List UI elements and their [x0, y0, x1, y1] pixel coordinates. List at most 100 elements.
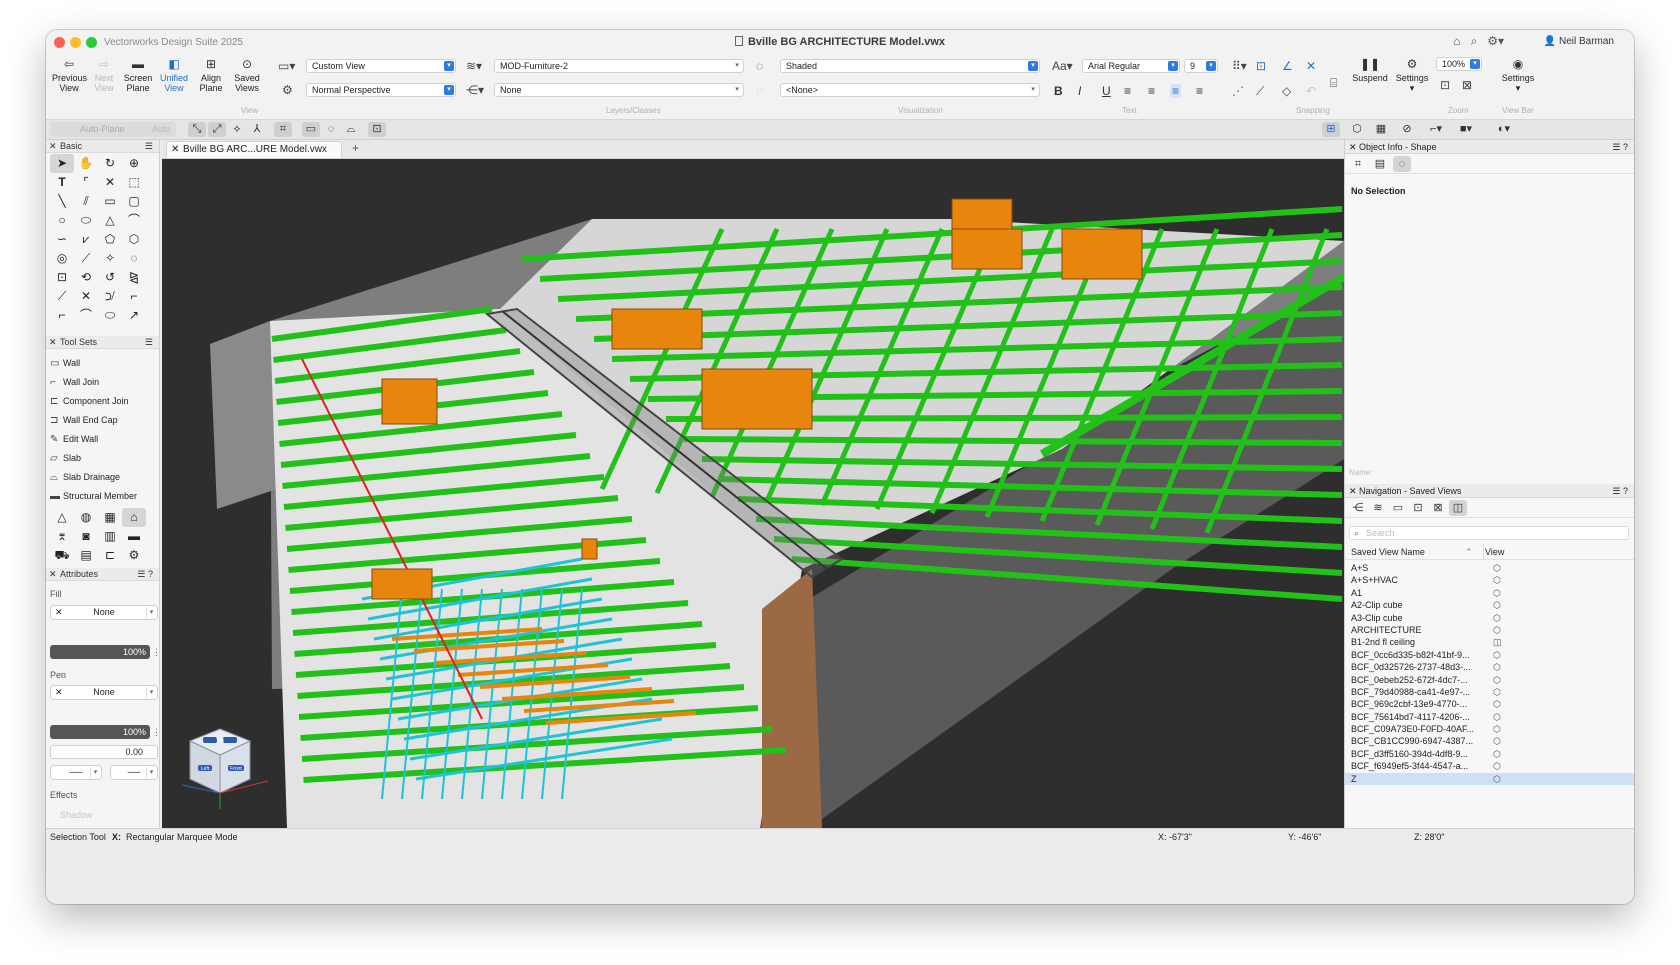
spiral-tool[interactable]: ◎ — [50, 249, 74, 268]
lasso-select-button[interactable]: ◌ — [322, 122, 340, 137]
close-icon[interactable]: ✕ — [1349, 140, 1357, 154]
classes-tab-icon[interactable]: ⋲ — [1349, 500, 1367, 516]
hide-icon[interactable]: ⊘ — [1398, 122, 1416, 137]
saved-view-row[interactable]: BCF_0cc6d335-b82f-41bf-9... ⬡ — [1345, 649, 1634, 661]
architect-icon[interactable]: ⌂ — [122, 508, 146, 527]
next-view-button[interactable]: ⇨ Next View — [92, 58, 116, 94]
column-view[interactable]: View — [1485, 544, 1504, 560]
saved-view-row[interactable]: BCF_969c2cbf-13e9-4770-... ⬡ — [1345, 698, 1634, 710]
zoom-fit-icon[interactable]: ⊡ — [1440, 78, 1450, 92]
align-justify-button[interactable]: ≡ — [1170, 84, 1182, 98]
snap-tangent-icon[interactable]: ⟋ — [1256, 84, 1264, 98]
double-line-tool[interactable]: ⫽ — [74, 192, 98, 211]
drag-tool[interactable]: ↗ — [122, 306, 146, 325]
visualization-icon[interactable]: ◌ — [756, 83, 763, 97]
view-cube-toggle[interactable]: ⊞ — [1322, 122, 1340, 137]
saved-view-row[interactable]: B1-2nd fl ceiling ◫ — [1345, 636, 1634, 648]
settings-button[interactable]: ⚙ Settings ▾ — [1392, 58, 1432, 94]
shape-tab-icon[interactable]: ⌗ — [1349, 156, 1367, 172]
split-tool[interactable]: ⟋ — [50, 287, 74, 306]
gear-icon[interactable]: ⚙ — [122, 546, 146, 565]
3d-viewport[interactable]: Top Left Front — [162, 159, 1344, 828]
visualization-select[interactable]: <None> ▾ — [780, 83, 1040, 97]
polygon-marquee-button[interactable]: ⟡ — [228, 122, 246, 137]
previous-view-button[interactable]: ⇦ Previous View — [52, 58, 87, 94]
saved-views-search[interactable]: ⌕ Search — [1349, 526, 1629, 540]
saved-view-row[interactable]: ARCHITECTURE ⬡ — [1345, 624, 1634, 636]
document-tab[interactable]: ✕ Bville BG ARC...URE Model.vwx — [166, 141, 342, 158]
render-settings-icon[interactable]: ◐▾ — [1492, 122, 1516, 137]
close-icon[interactable]: ✕ — [1349, 484, 1357, 498]
callout-tool[interactable]: ⌜ — [74, 173, 98, 192]
polyline-tool[interactable]: ⩗ — [74, 230, 98, 249]
pen-opacity[interactable]: 100% — [50, 725, 150, 739]
selection-tool[interactable]: ➤ — [50, 154, 74, 173]
snap-object-icon[interactable]: ⊡ — [1256, 59, 1266, 73]
align-left-button[interactable]: ≡ — [1124, 84, 1131, 98]
oval-tool[interactable]: ⬭ — [74, 211, 98, 230]
tool-set-item[interactable]: ⌓ Slab Drainage — [46, 468, 159, 487]
saved-views-button[interactable]: ⊙ Saved Views — [230, 58, 264, 94]
gear-icon[interactable]: ⚙▾ — [1487, 34, 1504, 49]
add-tab-button[interactable]: + — [352, 141, 359, 155]
font-select[interactable]: Arial Regular ▾ — [1082, 59, 1180, 73]
snap-edge-icon[interactable]: ↶ — [1306, 84, 1316, 98]
fill-opacity-menu[interactable]: ⋮ — [152, 645, 161, 659]
stake-tool[interactable]: ⬚ — [122, 173, 146, 192]
view-icon[interactable]: ▭▾ — [278, 59, 295, 73]
classes-icon[interactable]: ⋲▾ — [466, 83, 484, 97]
offset-tool[interactable]: ⧎ — [122, 268, 146, 287]
rounded-rectangle-tool[interactable]: ▢ — [122, 192, 146, 211]
close-icon[interactable]: ✕ — [49, 140, 57, 153]
grid-view-icon[interactable]: ▦ — [1372, 122, 1390, 137]
suspend-button[interactable]: ❚❚ Suspend — [1352, 58, 1388, 84]
zoom-tool[interactable]: ⊕ — [122, 154, 146, 173]
zoom-select[interactable]: 100% ▾ — [1436, 57, 1482, 71]
menu-icon[interactable]: ☰ ? — [1612, 484, 1628, 498]
layers-icon[interactable]: ≋▾ — [466, 59, 482, 73]
align-center-button[interactable]: ≡ — [1148, 84, 1155, 98]
stair-icon[interactable]: ⌆ — [50, 527, 74, 546]
building-icon[interactable]: ▦ — [98, 508, 122, 527]
working-plane-icon[interactable]: ⌸ — [1330, 76, 1337, 90]
regular-polygon-tool[interactable]: ⬡ — [122, 230, 146, 249]
search-icon[interactable]: ⌕ — [1470, 34, 1477, 49]
saved-view-row[interactable]: BCF_C09A73E0-F0FD-40AF... ⬡ — [1345, 723, 1634, 735]
chamfer-tool[interactable]: ⌐ — [122, 287, 146, 306]
saved-view-row[interactable]: BCF_75614bd7-4117-4206-... ⬡ — [1345, 711, 1634, 723]
snap-grid-icon[interactable]: ⠿▾ — [1232, 59, 1247, 73]
lasso-mode-button[interactable]: ⅄ — [248, 122, 266, 137]
layer-select[interactable]: MOD-Furniture-2 ▾ — [494, 59, 744, 73]
align-right-button[interactable]: ≡ — [1196, 84, 1203, 98]
marquee-mode-button[interactable]: ⤡ — [188, 122, 206, 137]
saved-view-row[interactable]: BCF_CB1CC990-6947-4387... ⬡ — [1345, 735, 1634, 747]
render-tab-icon[interactable]: ◌ — [1393, 156, 1411, 172]
camera-icon[interactable]: ⌐▾ — [1424, 122, 1448, 137]
data-tab-icon[interactable]: ▤ — [1371, 156, 1389, 172]
layers-tab-icon[interactable]: ≋ — [1369, 500, 1387, 516]
tool-set-item[interactable]: ▱ Slab — [46, 449, 159, 468]
saved-view-row[interactable]: BCF_d3ff5160-394d-4df8-9... ⬡ — [1345, 748, 1634, 760]
align-plane-button[interactable]: ⊞ Align Plane — [196, 58, 226, 94]
site-icon[interactable]: △ — [50, 508, 74, 527]
tool-set-item[interactable]: ⌐ Wall Join — [46, 373, 159, 392]
attribute-mapping-tool[interactable]: ✧ — [98, 249, 122, 268]
tool-set-item[interactable]: ⊏ Component Join — [46, 392, 159, 411]
visibility-tool[interactable]: ◌ — [122, 249, 146, 268]
pen-style-select[interactable]: ✕ None ▾ — [50, 685, 158, 700]
eyedropper-tool[interactable]: ⟋ — [74, 249, 98, 268]
storage-icon[interactable]: ▤ — [74, 546, 98, 565]
transform-mode-button[interactable]: ⌗ — [274, 122, 292, 137]
3d-object-icon[interactable]: ⬡ — [1348, 122, 1366, 137]
saved-view-row[interactable]: A1 ⬡ — [1345, 587, 1634, 599]
move-by-points-tool[interactable]: ⬭ — [98, 306, 122, 325]
close-icon[interactable]: ✕ — [49, 568, 57, 581]
snap-distance-icon[interactable]: ⋰ — [1232, 84, 1244, 98]
rectangle-mode-button[interactable]: ▭ — [302, 122, 320, 137]
underline-button[interactable]: U — [1102, 84, 1111, 98]
rectangle-tool[interactable]: ▭ — [98, 192, 122, 211]
italic-button[interactable]: I — [1078, 84, 1081, 98]
polygon-tool[interactable]: ⬠ — [98, 230, 122, 249]
auto-plane-toggle[interactable]: Auto-Plane Auto — [50, 122, 176, 137]
vehicle-icon[interactable]: ⛟ — [50, 546, 74, 565]
